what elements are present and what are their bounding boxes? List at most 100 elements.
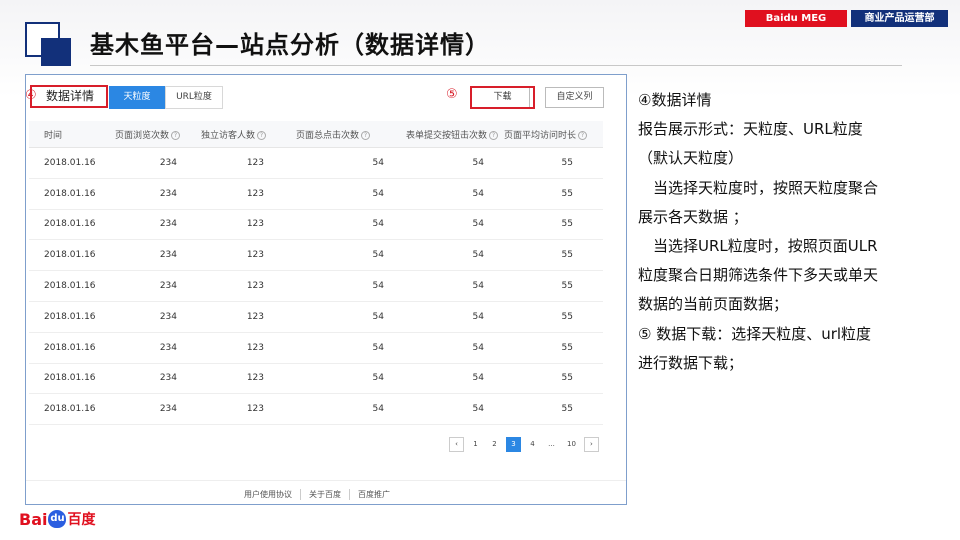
baidu-logo: Bai du 百度 (19, 507, 95, 531)
page-button[interactable]: 4 (525, 437, 540, 452)
column-header-label: 时间 (44, 130, 63, 141)
table-cell: 54 (472, 157, 484, 168)
description-line: 进行数据下载； (638, 353, 744, 372)
table-row: 2018.01.16 234 123 54 54 55 (29, 364, 603, 395)
data-table: 时间 页面浏览次数? 独立访客人数? 页面总点击次数? 表单提交按钮击次数? 页面平均访问… (29, 121, 603, 426)
tab-day-granularity[interactable]: 天粒度 (109, 86, 165, 109)
custom-columns-button[interactable]: 自定义列 (545, 87, 604, 108)
prev-page-button[interactable]: ‹ (449, 437, 464, 452)
description-panel: ④数据详情报告展示形式：天粒度、URL粒度 （默认天粒度） 当选择天粒度时，按照天… (638, 86, 938, 378)
table-cell: 234 (159, 342, 177, 353)
table-cell: 2018.01.16 (44, 311, 96, 322)
help-icon[interactable]: ? (361, 130, 371, 140)
table-cell: 2018.01.16 (44, 250, 96, 261)
table-cell: 2018.01.16 (44, 219, 96, 230)
pagination: ‹ 1 2 3 4... 10 › (449, 437, 599, 452)
table-cell: 2018.01.16 (44, 342, 96, 353)
footer-divider (26, 480, 626, 481)
panel-title: 数据详情 (30, 85, 108, 108)
table-cell: 234 (159, 311, 177, 322)
description-line: ④数据详情 (638, 91, 712, 109)
table-cell: 123 (246, 342, 264, 353)
table-cell: 54 (472, 311, 484, 322)
screenshot-frame: ④ 数据详情 天粒度 URL粒度 ⑤ 下载 自定义列 时间 页面浏览次数? 独立访客… (25, 74, 627, 505)
page-button[interactable]: 1 (468, 437, 483, 452)
title-divider (90, 65, 902, 66)
help-icon[interactable]: ? (257, 130, 267, 140)
table-cell: 54 (372, 311, 384, 322)
footer-link[interactable]: 百度推广 (349, 489, 398, 500)
table-row: 2018.01.16 234 123 54 54 55 (29, 333, 603, 364)
table-cell: 55 (561, 373, 573, 384)
table-cell: 54 (472, 342, 484, 353)
description-line: 粒度聚合日期筛选条件下多天或单天 (638, 266, 879, 285)
table-row: 2018.01.16 234 123 54 54 55 (29, 179, 603, 210)
table-cell: 55 (561, 281, 573, 292)
table-row: 2018.01.16 234 123 54 54 55 (29, 394, 603, 426)
description-line: 报告展示形式：天粒度、URL粒度 (638, 120, 863, 139)
description-line: 展示各天数据 ； (638, 207, 748, 226)
column-header: 页面浏览次数? (109, 128, 195, 141)
slide-title: 基木鱼平台—站点分析（数据详情） (90, 31, 490, 59)
description-line: （默认天粒度） (638, 149, 744, 168)
table-cell: 234 (159, 404, 177, 415)
column-header-label: 页面总点击次数 (296, 130, 360, 141)
logo-bai: Bai (19, 509, 48, 529)
tab-url-granularity[interactable]: URL粒度 (165, 86, 223, 109)
footer-link[interactable]: 关于百度 (300, 489, 349, 500)
table-cell: 123 (246, 311, 264, 322)
description-line: ⑤ 数据下载：选择天粒度、url粒度 (638, 324, 872, 343)
table-cell: 123 (246, 157, 264, 168)
table-cell: 54 (472, 188, 484, 199)
table-cell: 54 (372, 281, 384, 292)
next-page-button[interactable]: › (583, 437, 599, 452)
table-cell: 54 (372, 219, 384, 230)
paw-icon: du (48, 510, 67, 528)
page-button[interactable]: 2 (487, 437, 502, 452)
table-cell: 54 (372, 404, 384, 415)
table-cell: 54 (372, 342, 384, 353)
title-decoration-fill (41, 38, 71, 66)
table-cell: 55 (561, 404, 573, 415)
table-cell: 234 (159, 219, 177, 230)
column-header: 独立访客人数? (195, 128, 290, 141)
description-line: 数据的当前页面数据； (638, 295, 789, 314)
table-row: 2018.01.16 234 123 54 54 55 (29, 240, 603, 272)
table-cell: 123 (246, 373, 264, 384)
description-line: 当选择天粒度时，按照天粒度聚合 (638, 178, 879, 197)
help-icon[interactable]: ? (171, 130, 181, 140)
table-cell: 234 (159, 373, 177, 384)
table-cell: 54 (472, 281, 484, 292)
column-header-label: 表单提交按钮击次数 (406, 130, 488, 141)
page-button[interactable]: 10 (563, 437, 580, 452)
slide: Baidu MEG 商业产品运营部 基木鱼平台—站点分析（数据详情） ④ 数据详… (0, 0, 960, 540)
table-cell: 123 (246, 250, 264, 261)
column-header-label: 页面平均访问时长 (504, 130, 577, 141)
footer-links: 用户使用协议 关于百度 百度推广 (236, 489, 398, 500)
table-cell: 123 (246, 281, 264, 292)
table-cell: 234 (159, 157, 177, 168)
help-icon[interactable]: ? (489, 130, 499, 140)
table-cell: 2018.01.16 (44, 188, 96, 199)
table-cell: 2018.01.16 (44, 404, 96, 415)
table-cell: 55 (561, 157, 573, 168)
table-cell: 55 (561, 311, 573, 322)
column-header: 页面平均访问时长? (498, 128, 603, 141)
table-row: 2018.01.16 234 123 54 54 55 (29, 210, 603, 241)
table-cell: 234 (159, 250, 177, 261)
logo-baidu-chinese: 百度 (67, 512, 96, 528)
help-icon[interactable]: ? (578, 130, 588, 140)
table-cell: 54 (472, 219, 484, 230)
table-row: 2018.01.16 234 123 54 54 55 (29, 271, 603, 302)
table-cell: 55 (561, 219, 573, 230)
table-cell: 2018.01.16 (44, 373, 96, 384)
footer-link[interactable]: 用户使用协议 (236, 489, 300, 500)
table-cell: 123 (246, 404, 264, 415)
page-button[interactable]: 3 (506, 437, 521, 452)
table-cell: 54 (372, 373, 384, 384)
table-cell: 234 (159, 281, 177, 292)
table-cell: 55 (561, 188, 573, 199)
table-cell: 55 (561, 250, 573, 261)
table-cell: 234 (159, 188, 177, 199)
table-cell: 54 (372, 188, 384, 199)
